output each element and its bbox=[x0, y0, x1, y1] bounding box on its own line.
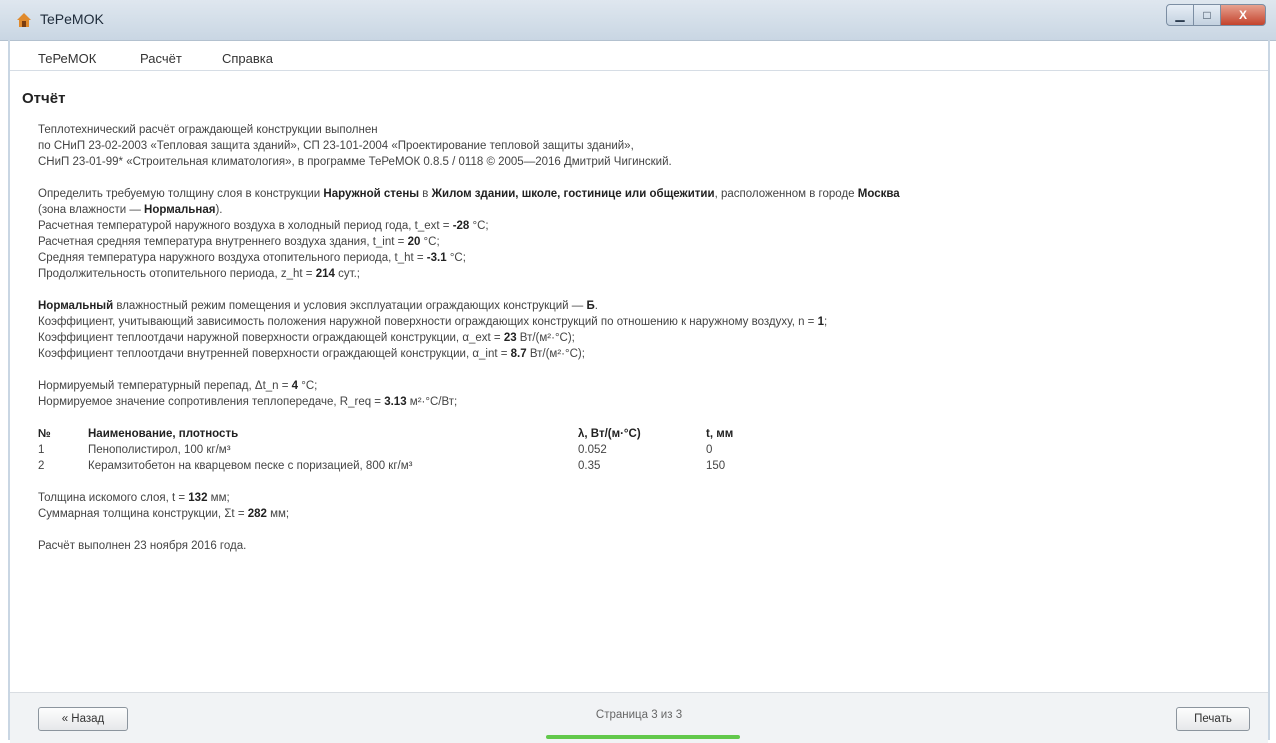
cell-thickness: 0 bbox=[706, 444, 713, 456]
intro-line-3: СНиП 23-01-99* «Строительная климатологи… bbox=[38, 156, 672, 168]
close-button[interactable]: X bbox=[1221, 4, 1266, 26]
house-icon bbox=[17, 13, 31, 27]
page-progress-bar bbox=[546, 735, 740, 739]
task-line: Определить требуемую толщину слоя в конс… bbox=[38, 188, 900, 200]
cell-name: Пенополистирол, 100 кг/м³ bbox=[88, 444, 231, 456]
col-header-number: № bbox=[38, 428, 51, 440]
footer-bar: « Назад Страница 3 из 3 Печать bbox=[10, 692, 1268, 743]
intro-line-1: Теплотехнический расчёт ограждающей конс… bbox=[38, 124, 378, 136]
norm-line: Нормируемое значение сопротивления тепло… bbox=[38, 396, 458, 408]
coeff-line: Коэффициент теплоотдачи внутренней повер… bbox=[38, 348, 585, 360]
result-line: Толщина искомого слоя, t = 132 мм; bbox=[38, 492, 230, 504]
col-header-lambda: λ, Вт/(м·°C) bbox=[578, 428, 641, 440]
col-header-thickness: t, мм bbox=[706, 428, 734, 440]
cell-lambda: 0.052 bbox=[578, 444, 607, 456]
minimize-button[interactable]: ▁ bbox=[1166, 4, 1194, 26]
table-row: 1 Пенополистирол, 100 кг/м³ 0.052 0 bbox=[38, 442, 786, 458]
menu-item-calc[interactable]: Расчёт bbox=[140, 51, 182, 66]
cell-number: 1 bbox=[38, 444, 45, 456]
page-indicator: Страница 3 из 3 bbox=[595, 709, 683, 721]
table-header-row: № Наименование, плотность λ, Вт/(м·°C) t… bbox=[38, 426, 786, 442]
cell-lambda: 0.35 bbox=[578, 460, 601, 472]
zone-line: (зона влажности — Нормальная). bbox=[38, 204, 223, 216]
menu-item-help[interactable]: Справка bbox=[222, 51, 273, 66]
table-row: 2 Керамзитобетон на кварцевом песке с по… bbox=[38, 458, 786, 474]
coeff-line: Коэффициент, учитывающий зависимость пол… bbox=[38, 316, 828, 328]
param-line: Расчетная температурой наружного воздуха… bbox=[38, 220, 489, 232]
param-line: Продолжительность отопительного периода,… bbox=[38, 268, 360, 280]
title-bar: TePeMOK ▁ □ X bbox=[0, 0, 1276, 41]
window-frame-right bbox=[1268, 40, 1270, 740]
cell-number: 2 bbox=[38, 460, 45, 472]
result-line: Суммарная толщина конструкции, Σt = 282 … bbox=[38, 508, 290, 520]
maximize-button[interactable]: □ bbox=[1194, 4, 1221, 26]
layers-table: № Наименование, плотность λ, Вт/(м·°C) t… bbox=[38, 426, 786, 474]
col-header-name: Наименование, плотность bbox=[88, 428, 239, 440]
param-line: Средняя температура наружного воздуха от… bbox=[38, 252, 466, 264]
menu-item-teremok[interactable]: ТеРеМОК bbox=[38, 51, 96, 66]
norm-line: Нормируемый температурный перепад, Δt_n … bbox=[38, 380, 318, 392]
intro-line-2: по СНиП 23-02-2003 «Тепловая защита здан… bbox=[38, 140, 634, 152]
menu-bar: ТеРеМОК Расчёт Справка bbox=[8, 48, 1270, 68]
page-title: Отчёт bbox=[22, 90, 66, 107]
completion-line: Расчёт выполнен 23 ноября 2016 года. bbox=[38, 540, 247, 552]
window-title: TePeMOK bbox=[40, 11, 104, 27]
cell-name: Керамзитобетон на кварцевом песке с пори… bbox=[88, 460, 413, 472]
param-line: Расчетная средняя температура внутреннег… bbox=[38, 236, 440, 248]
coeff-line: Коэффициент теплоотдачи наружной поверхн… bbox=[38, 332, 575, 344]
report-body: Теплотехнический расчёт ограждающей конс… bbox=[38, 122, 1248, 554]
humidity-line: Нормальный влажностный режим помещения и… bbox=[38, 300, 598, 312]
print-button[interactable]: Печать bbox=[1176, 707, 1250, 731]
cell-thickness: 150 bbox=[706, 460, 726, 472]
